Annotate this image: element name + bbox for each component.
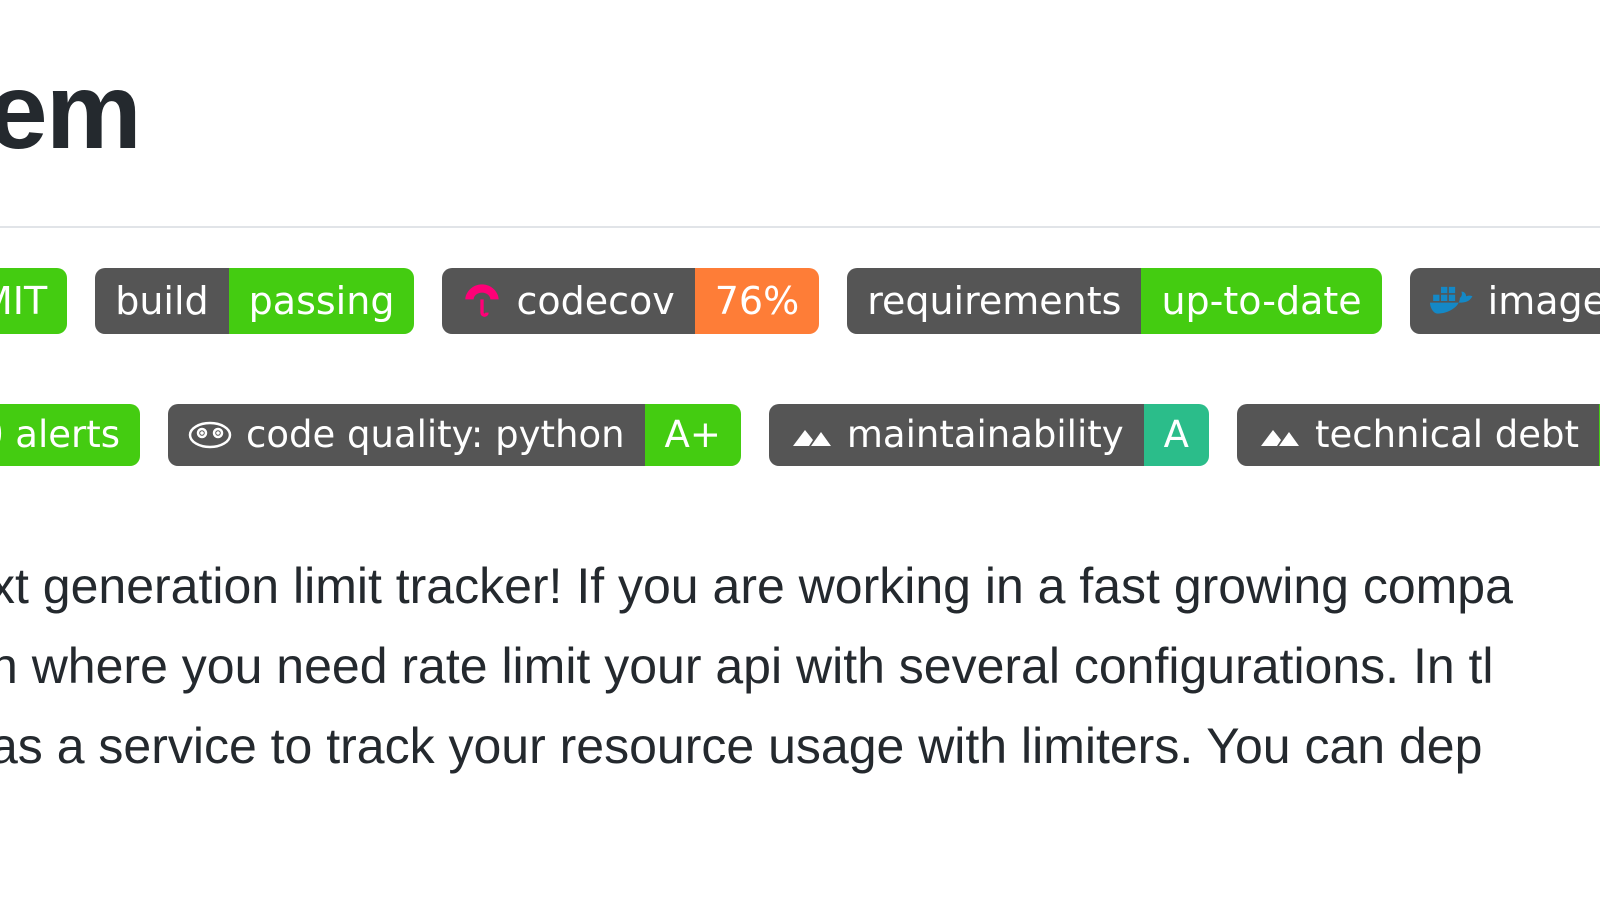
badge-value: passing	[229, 268, 415, 334]
badge-image-size[interactable]: image size 7	[1410, 268, 1600, 334]
badge-maintainability[interactable]: maintainability A	[769, 404, 1209, 466]
badge-requirements[interactable]: requirements up-to-date	[847, 268, 1381, 334]
badge-label: codecov	[442, 268, 694, 334]
docker-whale-icon	[1430, 281, 1474, 321]
lgtm-face-icon	[188, 420, 232, 450]
badge-label-text: maintainability	[847, 404, 1124, 466]
badge-value: 76%	[695, 268, 819, 334]
badge-label: maintainability	[769, 404, 1144, 466]
badge-label-text: code quality: python	[246, 404, 625, 466]
heading-divider	[0, 226, 1600, 228]
description-line-2: n where you need rate limit your api wit…	[0, 626, 1600, 706]
badge-alerts[interactable]: 0 alerts	[0, 404, 140, 466]
badge-row-1: MIT build passing codecov 76% requiremen…	[0, 268, 1600, 334]
badge-label: image size	[1410, 268, 1600, 334]
badge-label: code quality: python	[168, 404, 645, 466]
badge-value: A	[1144, 404, 1209, 466]
description-line-3: as a service to track your resource usag…	[0, 706, 1600, 786]
badge-technical-debt[interactable]: technical debt 0	[1237, 404, 1600, 466]
badge-build[interactable]: build passing	[95, 268, 414, 334]
codecov-umbrella-icon	[462, 281, 502, 321]
codeclimate-mountains-icon	[1257, 420, 1301, 450]
badge-label-text: image size	[1488, 268, 1600, 334]
badge-value: up-to-date	[1141, 268, 1381, 334]
badge-label-text: technical debt	[1315, 404, 1579, 466]
readme-description: xt generation limit tracker! If you are …	[0, 546, 1600, 786]
badge-code-quality[interactable]: code quality: python A+	[168, 404, 741, 466]
badge-value: 0 alerts	[0, 404, 140, 466]
badge-license[interactable]: MIT	[0, 268, 67, 334]
badge-value: A+	[645, 404, 741, 466]
badge-label: requirements	[847, 268, 1141, 334]
codeclimate-mountains-icon	[789, 420, 833, 450]
badge-label: build	[95, 268, 228, 334]
badge-label: technical debt	[1237, 404, 1599, 466]
badge-label-text: codecov	[516, 268, 674, 334]
description-line-1: xt generation limit tracker! If you are …	[0, 546, 1600, 626]
badge-codecov[interactable]: codecov 76%	[442, 268, 819, 334]
page-title: o'em	[0, 48, 140, 173]
badge-row-2: 0 alerts code quality: python A+ maintai…	[0, 404, 1600, 466]
badge-value: MIT	[0, 268, 67, 334]
